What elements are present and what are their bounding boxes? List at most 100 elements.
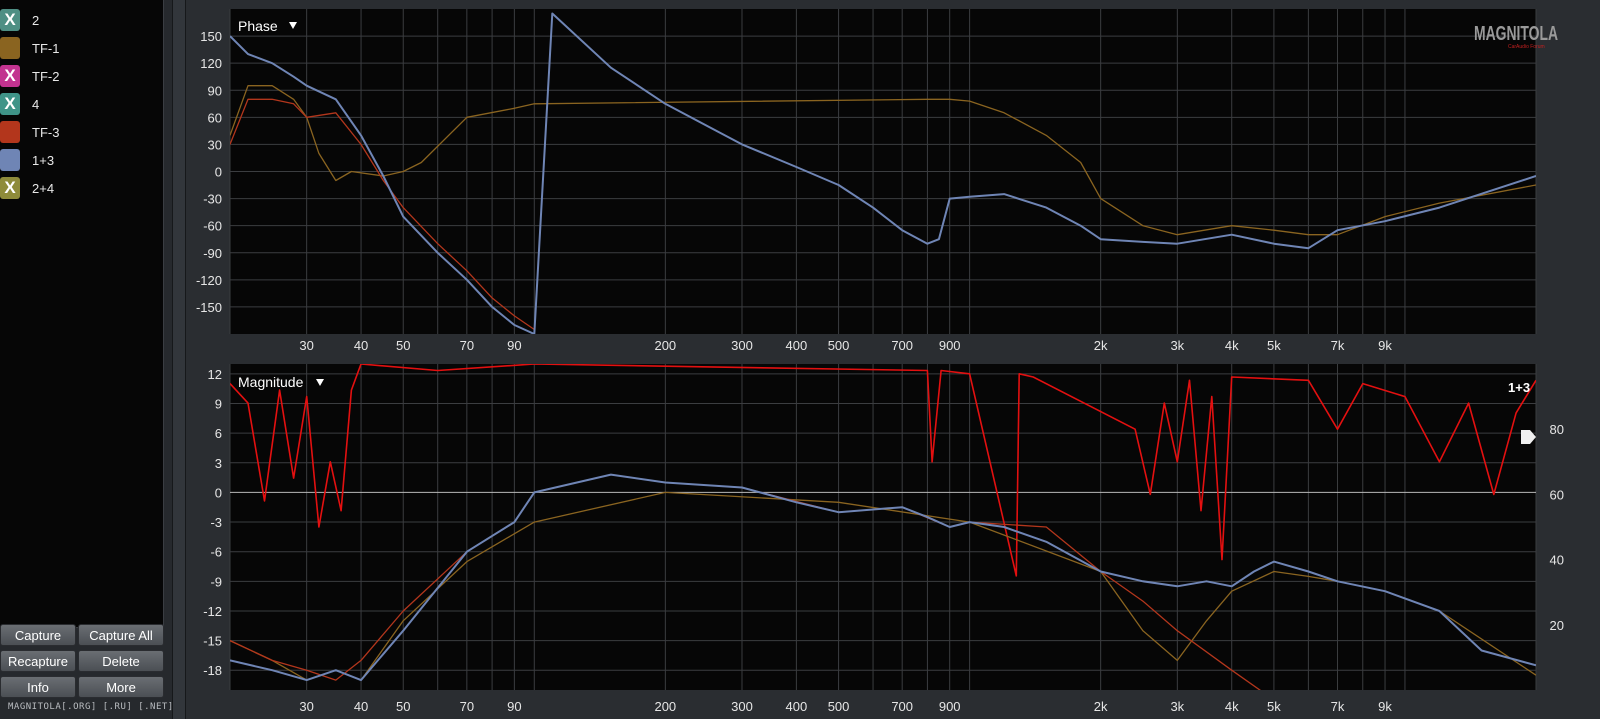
y-tick-label: 6 <box>215 426 222 441</box>
x-tick-label: 500 <box>828 338 850 353</box>
x-tick-label: 200 <box>654 699 676 714</box>
magnitude-x-ticks: 30 40 50 70 90 200 300 400 500 700 900 2k 3k 4k 5k 7k 9k <box>299 699 1392 714</box>
x-tick-label: 200 <box>654 338 676 353</box>
x-tick-label: 70 <box>460 338 474 353</box>
y-tick-label: 12 <box>208 367 222 382</box>
panel-divider[interactable] <box>172 0 186 719</box>
x-tick-label: 400 <box>786 338 808 353</box>
hidden-trace-x-icon[interactable]: X <box>0 9 20 31</box>
trace-color-swatch[interactable] <box>0 149 20 171</box>
y-tick-label: 150 <box>200 29 222 44</box>
x-tick-label: 50 <box>396 699 410 714</box>
hidden-trace-x-icon[interactable]: X <box>0 65 20 87</box>
trace-item[interactable]: TF-3 <box>0 120 160 144</box>
recapture-button[interactable]: Recapture <box>0 650 76 672</box>
x-tick-label: 90 <box>507 338 521 353</box>
logo-sub-text: CarAudio Forum <box>1508 44 1545 50</box>
y-tick-label: 30 <box>208 137 222 152</box>
x-tick-label: 40 <box>354 699 368 714</box>
trace-label: TF-2 <box>32 68 60 84</box>
y-tick-label: -12 <box>203 604 222 619</box>
x-tick-label: 2k <box>1094 699 1108 714</box>
y-tick-label: 9 <box>215 397 222 412</box>
logo-main-text: MAGNITOLA <box>1474 23 1558 45</box>
x-tick-label: 90 <box>507 699 521 714</box>
y-tick-label: -30 <box>203 192 222 207</box>
x-tick-label: 50 <box>396 338 410 353</box>
info-button[interactable]: Info <box>0 676 76 698</box>
x-tick-label: 9k <box>1378 338 1392 353</box>
trace-color-swatch[interactable] <box>0 121 20 143</box>
y-tick-label: 60 <box>208 110 222 125</box>
x-tick-label: 300 <box>731 699 753 714</box>
y-tick-label: -15 <box>203 634 222 649</box>
phase-y-ticks: 150 120 90 60 30 0 -30 -60 -90 -120 -150 <box>196 29 222 315</box>
x-tick-label: 900 <box>939 338 961 353</box>
phase-x-ticks: 30 40 50 70 90 200 300 400 500 700 900 2k 3k 4k 5k 7k 9k <box>299 338 1392 353</box>
x-tick-label: 700 <box>891 699 913 714</box>
x-tick-label: 70 <box>460 699 474 714</box>
coherence-axis-strip <box>1536 364 1572 690</box>
graph-area: 150 120 90 60 30 0 -30 -60 -90 -120 -150 30 40 50 70 9… <box>186 0 1600 719</box>
trace-label: TF-1 <box>32 40 60 56</box>
y-tick-label: -120 <box>196 273 222 288</box>
right-y-tick-label: 80 <box>1550 422 1564 437</box>
y-tick-label: -9 <box>210 574 222 589</box>
trace-label: 2 <box>32 12 40 28</box>
y-tick-label: -150 <box>196 300 222 315</box>
x-tick-label: 40 <box>354 338 368 353</box>
x-tick-label: 7k <box>1331 338 1345 353</box>
trace-item[interactable]: X TF-2 <box>0 64 160 88</box>
delete-button[interactable]: Delete <box>78 650 164 672</box>
x-tick-label: 700 <box>891 338 913 353</box>
trace-list: X 2 TF-1 X TF-2 X 4 TF-3 1+3 X 2+4 <box>0 0 164 628</box>
trace-label: 4 <box>32 96 40 112</box>
capture-button[interactable]: Capture <box>0 624 76 646</box>
trace-item[interactable]: TF-1 <box>0 36 160 60</box>
y-tick-label: 120 <box>200 56 222 71</box>
y-tick-label: -3 <box>210 515 222 530</box>
x-tick-label: 4k <box>1225 338 1239 353</box>
trace-label: TF-3 <box>32 124 60 140</box>
coherence-label: 1+3 <box>1508 380 1530 395</box>
trace-item[interactable]: X4 <box>0 92 160 116</box>
y-tick-label: -18 <box>203 663 222 678</box>
y-tick-label: 90 <box>208 83 222 98</box>
hidden-trace-x-icon[interactable]: X <box>0 177 20 199</box>
y-tick-label: -90 <box>203 246 222 261</box>
watermark-text: MAGNITOLA[.ORG] [.RU] [.NET] <box>8 702 174 712</box>
x-tick-label: 900 <box>939 699 961 714</box>
right-y-tick-label: 20 <box>1550 618 1564 633</box>
graph-canvas: 1501209060300-30-60-90-120-150 30 40 50 70 9… <box>196 9 1572 714</box>
x-tick-label: 7k <box>1331 699 1345 714</box>
more-button[interactable]: More <box>78 676 164 698</box>
x-tick-label: 3k <box>1170 699 1184 714</box>
capture-all-button[interactable]: Capture All <box>78 624 164 646</box>
sidebar: X 2 TF-1 X TF-2 X 4 TF-3 1+3 X 2+4 Capture Capture… <box>0 0 182 719</box>
trace-item[interactable]: 1+3 <box>0 148 160 172</box>
x-tick-label: 30 <box>299 699 313 714</box>
x-tick-label: 300 <box>731 338 753 353</box>
x-tick-label: 5k <box>1267 699 1281 714</box>
x-tick-label: 400 <box>786 699 808 714</box>
x-tick-label: 30 <box>299 338 313 353</box>
x-tick-label: 4k <box>1225 699 1239 714</box>
x-tick-label: 500 <box>828 699 850 714</box>
trace-color-swatch[interactable] <box>0 37 20 59</box>
x-tick-label: 5k <box>1267 338 1281 353</box>
trace-item[interactable]: X2 <box>0 8 160 32</box>
trace-label: 1+3 <box>32 152 55 168</box>
phase-title-label[interactable]: Phase <box>238 18 278 34</box>
x-tick-label: 2k <box>1094 338 1108 353</box>
hidden-trace-x-icon[interactable]: X <box>0 93 20 115</box>
y-tick-label: -60 <box>203 219 222 234</box>
y-tick-label: 0 <box>215 165 222 180</box>
y-tick-label: 0 <box>215 485 222 500</box>
trace-item[interactable]: X 2+4 <box>0 176 160 200</box>
y-tick-label: 3 <box>215 456 222 471</box>
right-y-tick-label: 60 <box>1550 487 1564 502</box>
right-y-tick-label: 40 <box>1550 553 1564 568</box>
magnitude-y-ticks: 12 9 6 3 0 -3 -6 -9 -12 -15 -18 <box>203 367 222 678</box>
magnitude-title-label[interactable]: Magnitude <box>238 374 304 390</box>
y-tick-label: -6 <box>210 545 222 560</box>
